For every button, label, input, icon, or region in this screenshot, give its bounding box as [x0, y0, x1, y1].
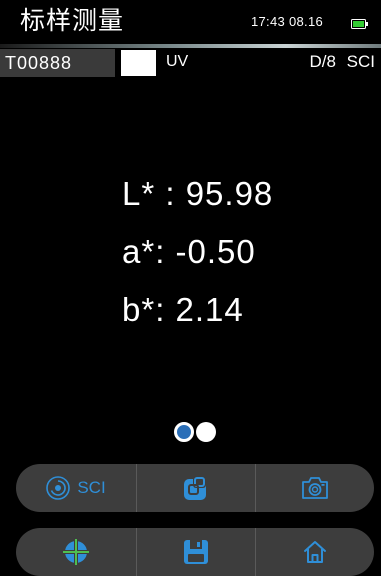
swap-sample-button[interactable]: [136, 464, 256, 512]
sample-id[interactable]: T00888: [0, 49, 115, 77]
toolbar-bottom: [16, 528, 374, 576]
save-button[interactable]: [136, 528, 256, 576]
page-dot-active[interactable]: [174, 422, 194, 442]
camera-icon: [300, 475, 330, 501]
measurement-values: L* : 95.98 a*: -0.50 b*: 2.14: [122, 165, 362, 339]
home-icon: [302, 539, 328, 565]
home-button[interactable]: [256, 528, 374, 576]
geometry-mode-label: D/8 SCI: [309, 52, 375, 72]
b-star-value: b*: 2.14: [122, 291, 244, 328]
toolbar-top: SCI: [16, 464, 374, 512]
time: 17:43: [251, 14, 286, 29]
geometry-label: D/8: [309, 52, 336, 71]
sci-label: SCI: [77, 478, 106, 497]
page-dot-inactive[interactable]: [196, 422, 216, 442]
camera-button[interactable]: [256, 464, 374, 512]
floppy-disk-icon: [183, 539, 209, 565]
clock: 17:43 08.16: [251, 14, 323, 29]
a-star-value: a*: -0.50: [122, 233, 256, 270]
battery-icon: [351, 19, 368, 29]
uv-label: UV: [166, 53, 189, 70]
page-title: 标样测量: [20, 6, 125, 35]
mode-label: SCI: [346, 52, 375, 71]
color-swatch: [121, 50, 156, 76]
status-header: 标样测量 17:43 08.16: [0, 0, 381, 44]
overlapping-squares-icon: [182, 474, 210, 502]
target-icon: [45, 475, 71, 501]
page-indicator: [174, 422, 218, 442]
sci-mode-button[interactable]: SCI: [16, 464, 135, 512]
info-bar: T00888 UV D/8 SCI: [0, 48, 381, 78]
crosshair-icon: [62, 539, 89, 565]
l-star-value: L* : 95.98: [122, 175, 274, 212]
date: 08.16: [288, 14, 324, 29]
locate-button[interactable]: [16, 528, 135, 576]
